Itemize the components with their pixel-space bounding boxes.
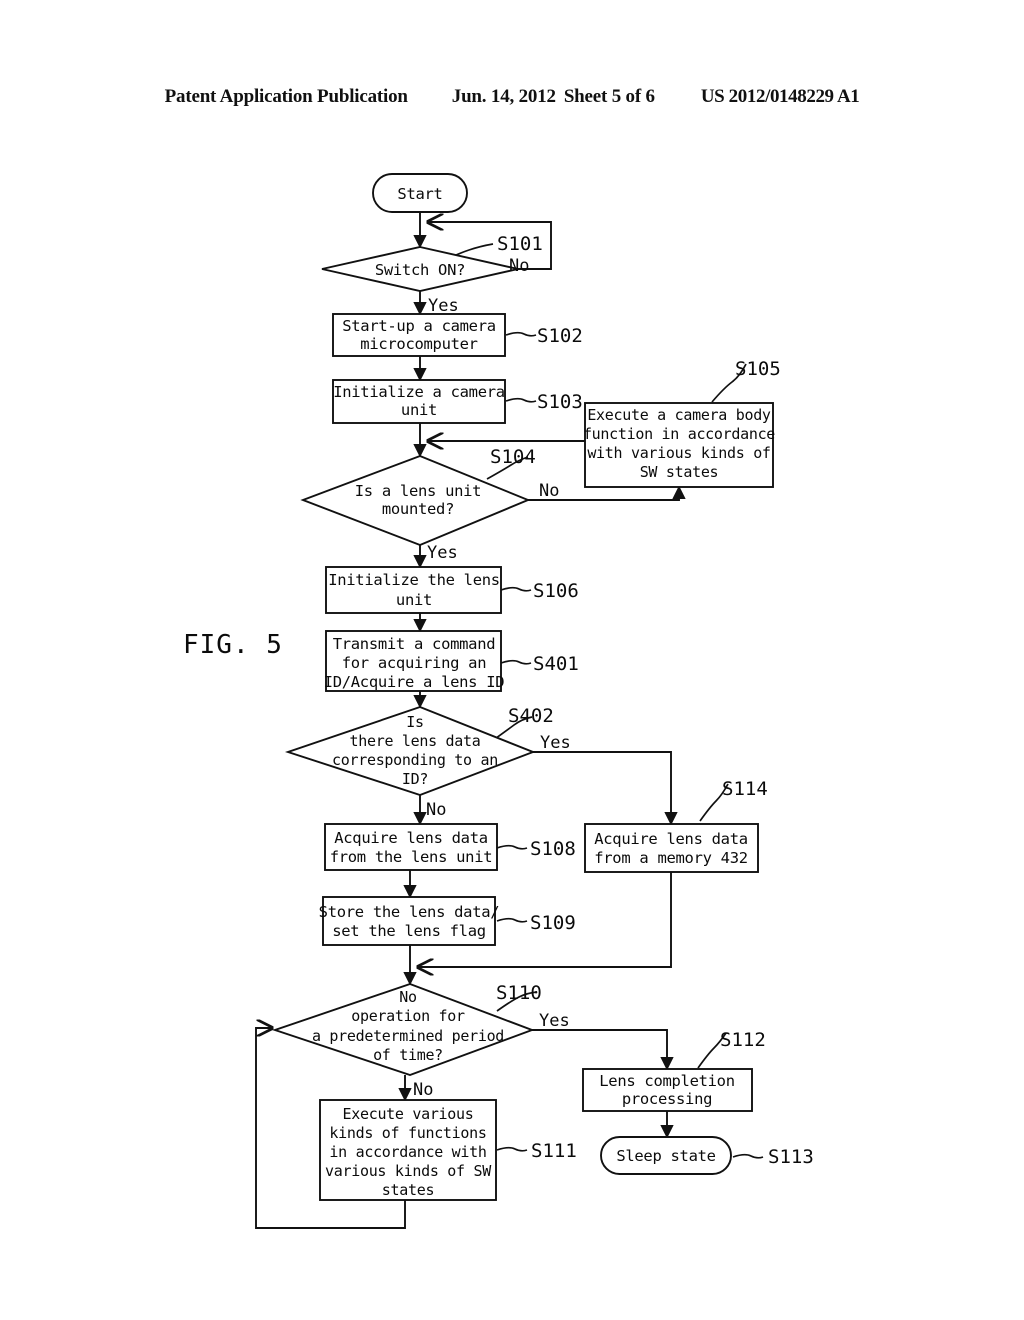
s104-branch-yes: Yes [427, 543, 458, 563]
s402-line-4: ID? [402, 770, 428, 788]
s111-line-1: Execute various [343, 1105, 474, 1123]
s401-line-1: Transmit a command [333, 635, 496, 653]
s114-line-1: Acquire lens data [594, 830, 748, 848]
s111-line-4: various kinds of SW [325, 1162, 492, 1180]
node-s110: No operation for a predetermined period … [272, 982, 570, 1100]
s104-step-number: S104 [490, 446, 536, 468]
leader-s401 [500, 659, 532, 665]
s106-line-2: unit [396, 591, 432, 609]
leader-s108 [496, 844, 528, 850]
flowchart-diagram: Start Switch ON? S101 No Yes Start-up a … [255, 173, 814, 1229]
s103-line-1: Initialize a camera [333, 383, 505, 401]
s401-line-2: for acquiring an [342, 654, 487, 672]
node-s106: Initialize the lens unit S106 [325, 566, 579, 614]
s101-branch-no: No [509, 256, 529, 276]
s111-line-2: kinds of functions [329, 1124, 486, 1142]
connector-s110-yes-to-s112 [532, 1029, 674, 1071]
node-s402: Is there lens data corresponding to an I… [284, 705, 571, 820]
s105-line-3: with various kinds of [587, 444, 770, 462]
node-s108: Acquire lens data from the lens unit S10… [324, 823, 576, 871]
s110-branch-no: No [413, 1080, 433, 1100]
s112-line-2: processing [622, 1090, 712, 1108]
s105-line-2: function in accordance [583, 425, 775, 443]
patent-drawing-page: Patent Application Publication Jun. 14, … [0, 0, 1024, 1320]
s108-step-number: S108 [530, 838, 576, 860]
s101-line-1: Switch ON? [375, 261, 465, 279]
node-s401: Transmit a command for acquiring an ID/A… [324, 630, 579, 692]
s113-step-number: S113 [768, 1146, 814, 1168]
s114-step-number: S114 [722, 778, 768, 800]
s110-line-2: operation for [351, 1007, 465, 1025]
s105-line-1: Execute a camera body [587, 406, 771, 424]
s103-step-number: S103 [537, 391, 583, 413]
s104-branch-no: No [539, 481, 559, 501]
node-s113: Sleep state S113 [600, 1136, 814, 1175]
s110-line-1: No [399, 988, 417, 1006]
node-s109: Store the lens data/ set the lens flag S… [319, 896, 576, 946]
s110-line-4: of time? [373, 1046, 443, 1064]
s402-line-1: Is [406, 713, 423, 731]
s112-step-number: S112 [720, 1029, 766, 1051]
leader-s103 [505, 397, 537, 403]
node-s104: Is a lens unit mounted? S104 No Yes [300, 446, 559, 563]
leader-s106 [500, 586, 532, 592]
s110-branch-yes: Yes [539, 1011, 570, 1031]
s102-line-2: microcomputer [360, 335, 477, 353]
s402-line-2: there lens data [350, 732, 481, 750]
leader-s109 [496, 917, 528, 923]
s105-step-number: S105 [735, 358, 781, 380]
s104-line-1: Is a lens unit [355, 482, 481, 500]
leader-s102 [505, 331, 537, 337]
s401-line-3: ID/Acquire a lens ID [324, 673, 505, 691]
leader-s111 [496, 1146, 528, 1152]
s110-line-3: a predetermined period [312, 1027, 504, 1045]
s111-line-3: in accordance with [329, 1143, 486, 1161]
s112-line-1: Lens completion [599, 1072, 734, 1090]
node-s101: Switch ON? S101 No Yes [321, 233, 543, 316]
node-s105: Execute a camera body function in accord… [583, 358, 781, 488]
s102-line-1: Start-up a camera [342, 317, 496, 335]
s101-branch-yes: Yes [428, 296, 459, 316]
s401-step-number: S401 [533, 653, 579, 675]
node-s103: Initialize a camera unit S103 [332, 379, 583, 424]
s114-line-2: from a memory 432 [594, 849, 748, 867]
s109-line-2: set the lens flag [332, 922, 486, 940]
connector-s402-yes-to-s114 [533, 751, 678, 826]
s108-line-2: from the lens unit [330, 848, 493, 866]
s105-line-4: SW states [640, 463, 719, 481]
s109-line-1: Store the lens data/ [319, 903, 500, 921]
s104-line-2: mounted? [382, 500, 454, 518]
s111-line-5: states [382, 1181, 434, 1199]
s402-branch-yes: Yes [540, 733, 571, 753]
s106-step-number: S106 [533, 580, 579, 602]
s402-branch-no: No [426, 800, 446, 820]
node-s102: Start-up a camera microcomputer S102 [332, 313, 583, 357]
s402-step-number: S402 [508, 705, 554, 727]
s106-line-1: Initialize the lens [328, 571, 500, 589]
s108-line-1: Acquire lens data [334, 829, 488, 847]
s103-line-2: unit [401, 401, 437, 419]
start-label: Start [397, 185, 442, 203]
s113-label: Sleep state [616, 1147, 715, 1165]
node-s111: Execute various kinds of functions in ac… [319, 1099, 577, 1201]
leader-s113 [732, 1153, 764, 1159]
node-s114: Acquire lens data from a memory 432 S114 [584, 778, 768, 873]
node-s112: Lens completion processing S112 [582, 1029, 766, 1112]
s402-line-3: corresponding to an [332, 751, 498, 769]
node-start: Start [372, 173, 468, 213]
s110-step-number: S110 [496, 982, 542, 1004]
s109-step-number: S109 [530, 912, 576, 934]
s101-step-number: S101 [497, 233, 543, 255]
s111-step-number: S111 [531, 1140, 577, 1162]
s102-step-number: S102 [537, 325, 583, 347]
